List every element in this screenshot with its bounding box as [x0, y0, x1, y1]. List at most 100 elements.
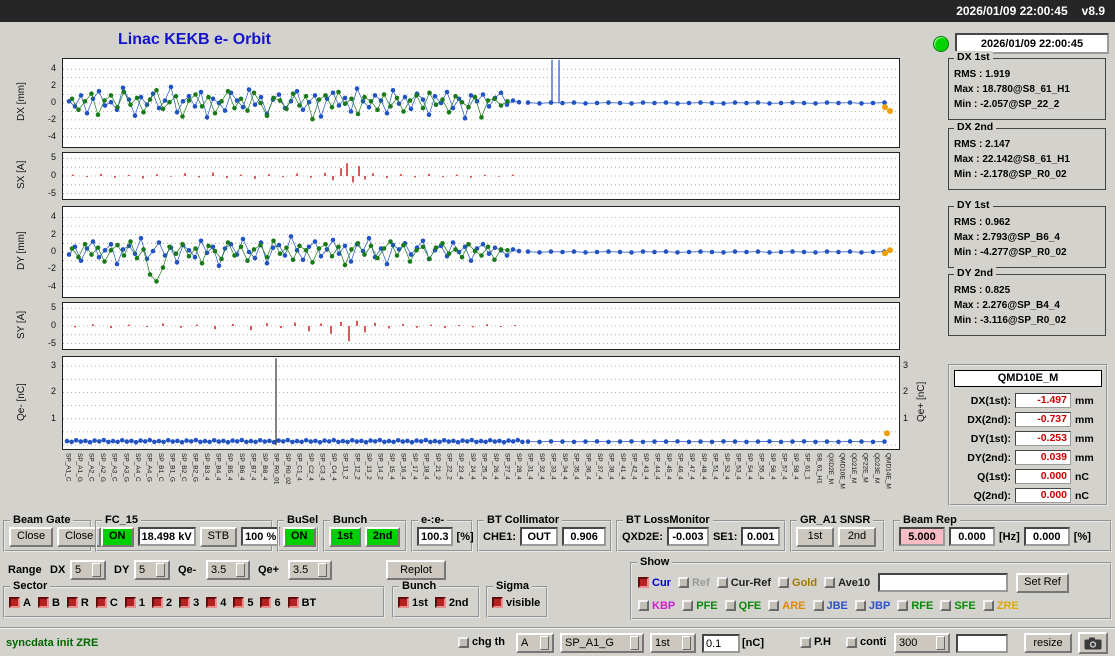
- dropdown-glyph-icon: [236, 563, 245, 577]
- bunch-top-group-label: Bunch: [330, 514, 371, 527]
- gr-a1-1st-button[interactable]: 1st: [796, 526, 834, 547]
- aux-input[interactable]: [956, 634, 1008, 653]
- threshold-input[interactable]: [702, 634, 740, 653]
- sector-select[interactable]: A: [516, 633, 554, 653]
- toggle-chg-th[interactable]: chg th: [458, 636, 505, 648]
- range-dy-select[interactable]: 5: [134, 560, 170, 580]
- toggle-label: QFE: [738, 599, 762, 612]
- resize-button[interactable]: resize: [1024, 633, 1072, 653]
- toggle-b[interactable]: B: [37, 597, 60, 609]
- bunch-2nd-button[interactable]: 2nd: [364, 526, 401, 547]
- toggle-5[interactable]: 5: [233, 597, 253, 609]
- toggle-kbp[interactable]: KBP: [638, 600, 675, 612]
- show-row1-items: Cur Ref Cur-Ref Gold Ave10: [638, 577, 870, 589]
- x-axis-station-label: SP_B5_4: [226, 453, 234, 481]
- qmd-value: 0.000: [1015, 469, 1071, 484]
- toggle-chg-th-label: chg th: [472, 636, 505, 648]
- toggle-jbp[interactable]: JBP: [854, 600, 890, 612]
- qe-plot-canvas: [62, 356, 900, 450]
- checkbox-icon: [677, 577, 689, 588]
- fc15-stb-button[interactable]: STB: [199, 526, 238, 547]
- toggle-ave10[interactable]: Ave10: [824, 577, 870, 589]
- qxd2e-value-display: -0.003: [666, 527, 709, 546]
- camera-button[interactable]: [1078, 632, 1108, 654]
- set-ref-input[interactable]: [878, 573, 1009, 592]
- y-tick-label: -4: [47, 280, 56, 291]
- qmd-unit: nC: [1075, 470, 1089, 483]
- checkbox-icon: [846, 636, 857, 648]
- toggle-sfe[interactable]: SFE: [940, 600, 976, 612]
- toggle-2[interactable]: 2: [151, 596, 173, 609]
- x-axis-station-label: SP_52_4: [722, 453, 730, 480]
- busel-group: BuSel ON: [277, 514, 322, 552]
- busel-on-button[interactable]: ON: [283, 526, 316, 547]
- x-axis-station-label: SP_57_4: [780, 453, 788, 480]
- toggle-6[interactable]: 6: [260, 597, 281, 609]
- toggle-are[interactable]: ARE: [768, 600, 806, 612]
- checkbox-icon: [778, 577, 790, 588]
- beam-rep-read-display: 0.000: [949, 527, 995, 546]
- x-axis-station-label: QXD2E_M: [826, 453, 834, 485]
- fc15-group-label: FC_15: [102, 514, 142, 527]
- toggle-qfe[interactable]: QFE: [724, 599, 762, 612]
- qmd-unit: mm: [1075, 394, 1094, 407]
- toggle-jbe[interactable]: JBE: [812, 600, 848, 612]
- toggle-a[interactable]: A: [9, 597, 31, 609]
- toggle-2nd[interactable]: 2nd: [434, 597, 468, 609]
- points-count-select[interactable]: 300: [894, 633, 950, 653]
- toggle-ph[interactable]: P.H: [800, 636, 831, 648]
- toggle-cur-ref[interactable]: Cur-Ref: [716, 577, 771, 589]
- toggle-label: 3: [193, 596, 200, 609]
- x-axis-station-label: SP_B2_G: [191, 453, 199, 482]
- x-axis-station-label: SP_22_2: [445, 453, 453, 480]
- range-dx-select[interactable]: 5: [70, 560, 106, 580]
- y-tick-label: 1: [903, 412, 909, 423]
- range-qe-minus-select[interactable]: 3.5: [206, 560, 250, 580]
- x-axis-station-label: QD21E_M: [849, 453, 857, 484]
- set-ref-button[interactable]: Set Ref: [1016, 572, 1069, 593]
- qmd-value: 0.039: [1015, 450, 1071, 465]
- range-qe-plus-select[interactable]: 3.5: [288, 560, 332, 580]
- toggle-label: ZRE: [996, 599, 1019, 612]
- toggle-pfe[interactable]: PFE: [682, 600, 718, 612]
- toggle-label: R: [80, 596, 89, 609]
- toggle-cur[interactable]: Cur: [638, 577, 671, 589]
- fc15-on-button[interactable]: ON: [101, 526, 134, 547]
- qmd-value: -0.737: [1015, 412, 1071, 427]
- stat-line: RMS : 0.962: [954, 217, 1011, 228]
- beam-gate-close1-button[interactable]: Close: [9, 526, 54, 547]
- x-axis-station-label: SP_A1_G: [76, 453, 84, 482]
- bpm-select[interactable]: SP_A1_G: [560, 633, 644, 653]
- bunch-sel-items: 1st 2nd: [398, 597, 468, 609]
- checkbox-icon: [638, 577, 649, 588]
- toggle-rfe[interactable]: RFE: [897, 600, 933, 612]
- dropdown-glyph-icon: [630, 636, 639, 650]
- se1-label: SE1:: [712, 530, 738, 543]
- toggle-ref[interactable]: Ref: [677, 577, 710, 589]
- camera-icon: [1084, 637, 1102, 649]
- gr-a1-2nd-button[interactable]: 2nd: [838, 526, 876, 547]
- toggle-conti[interactable]: conti: [846, 636, 886, 648]
- toggle-4[interactable]: 4: [206, 597, 226, 609]
- y-tick-label: 0: [50, 320, 56, 330]
- toggle-zre[interactable]: ZRE: [982, 599, 1019, 612]
- toggle-r[interactable]: R: [66, 596, 89, 609]
- bt-collimator-group-label: BT Collimator: [484, 514, 563, 527]
- toggle-1[interactable]: 1: [124, 597, 145, 609]
- toggle-bt[interactable]: BT: [287, 597, 316, 609]
- toggle-c[interactable]: C: [95, 597, 118, 609]
- x-axis-station-label: QF22E_M: [861, 453, 869, 483]
- toggle-1st[interactable]: 1st: [398, 597, 428, 609]
- toggle-3[interactable]: 3: [179, 597, 199, 609]
- x-axis-station-label: SP_58_4: [792, 453, 800, 480]
- toggle-gold[interactable]: Gold: [778, 577, 817, 589]
- replot-button[interactable]: Replot: [386, 560, 446, 580]
- dropdown-glyph-icon: [540, 636, 549, 650]
- sx-plot-canvas: [62, 152, 900, 200]
- qmd-unit: nC: [1075, 489, 1089, 502]
- bunch-1st-button[interactable]: 1st: [329, 526, 361, 547]
- bunch-order-select[interactable]: 1st: [650, 633, 696, 653]
- x-axis-station-label: SP_34_4: [561, 453, 569, 480]
- toggle-label: 2: [165, 596, 173, 609]
- toggle-visible[interactable]: visible: [492, 597, 540, 609]
